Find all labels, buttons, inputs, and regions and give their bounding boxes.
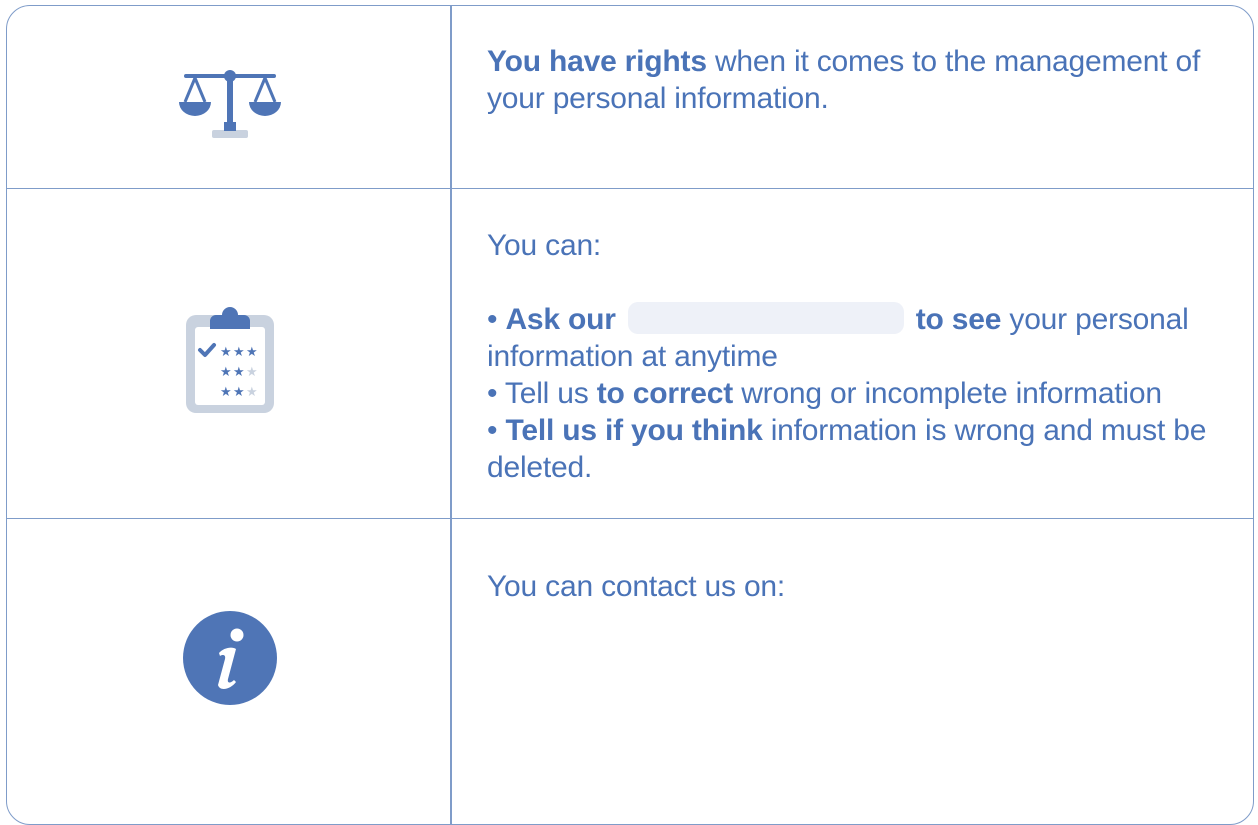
bullet-correct-rest: wrong or incomplete information	[733, 377, 1162, 410]
you-can-text: You can: • Ask our to see your personal i…	[487, 227, 1213, 486]
column-divider	[450, 6, 452, 188]
svg-text:★: ★	[220, 345, 232, 360]
svg-text:★: ★	[233, 385, 245, 400]
rights-text: You have rights when it comes to the man…	[487, 43, 1213, 117]
bullet-dot: •	[487, 414, 498, 447]
contact-line: You can contact us on:	[487, 570, 786, 603]
svg-text:★: ★	[246, 365, 258, 380]
contact-text: You can contact us on:	[487, 568, 1213, 605]
svg-text:★: ★	[246, 385, 258, 400]
bullet-correct-bold: to correct	[596, 377, 734, 410]
bullet-ask-bold-2: to see	[915, 303, 1002, 336]
rights-row: You have rights when it comes to the man…	[7, 6, 1253, 189]
clipboard-checklist-icon: ★ ★ ★ ★ ★ ★ ★ ★ ★	[185, 306, 274, 413]
svg-text:★: ★	[220, 365, 232, 380]
scales-of-justice-icon	[178, 70, 281, 138]
rights-paragraph: You have rights when it comes to the man…	[487, 43, 1213, 117]
rights-bold: You have rights	[487, 45, 707, 78]
bullet-dot: •	[487, 377, 498, 410]
bullet-correct: • Tell us to correct wrong or incomplete…	[487, 375, 1213, 412]
svg-text:★: ★	[220, 385, 232, 400]
column-divider	[450, 519, 452, 824]
svg-text:★: ★	[233, 345, 245, 360]
bullet-delete-bold: Tell us if you think	[505, 414, 763, 447]
bullet-ask: • Ask our to see your personal informatio…	[487, 301, 1213, 375]
svg-text:★: ★	[233, 365, 245, 380]
svg-text:★: ★	[246, 345, 258, 360]
you-can-intro: You can:	[487, 229, 602, 262]
column-divider	[450, 189, 452, 518]
bullet-dot: •	[487, 303, 498, 336]
icon-cell: ★ ★ ★ ★ ★ ★ ★ ★ ★	[7, 189, 450, 518]
redacted-block	[627, 302, 904, 334]
contact-row: You can contact us on:	[7, 519, 1253, 824]
bullet-correct-prefix: Tell us	[497, 377, 597, 410]
bullet-ask-bold: Ask our	[505, 303, 616, 336]
icon-cell	[7, 519, 450, 824]
info-icon	[182, 611, 277, 705]
icon-cell	[7, 6, 450, 188]
you-can-row: ★ ★ ★ ★ ★ ★ ★ ★ ★ You can: • Ask our to s…	[7, 189, 1253, 519]
bullet-delete: • Tell us if you think information is wr…	[487, 412, 1213, 486]
rights-card: You have rights when it comes to the man…	[6, 5, 1254, 825]
